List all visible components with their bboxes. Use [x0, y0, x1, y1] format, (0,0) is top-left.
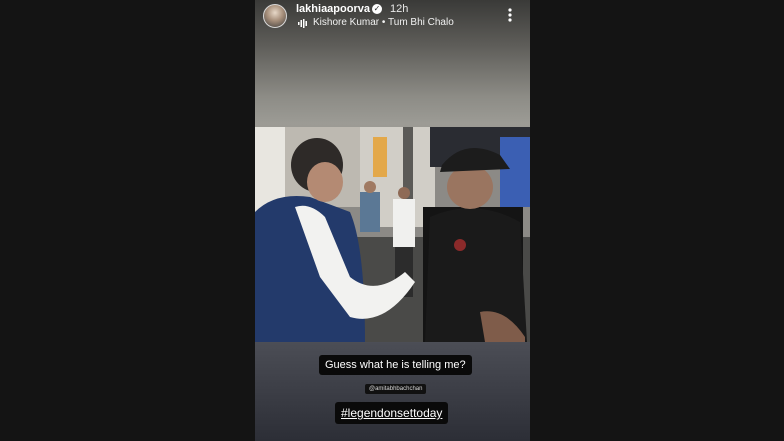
avatar[interactable] [263, 4, 287, 28]
more-options-icon[interactable] [501, 5, 519, 25]
music-info[interactable]: Kishore Kumar • Tum Bhi Chalo [313, 17, 454, 28]
username[interactable]: lakhiaapoorva [296, 3, 370, 15]
hashtag-sticker[interactable]: #legendonsettoday [335, 402, 449, 424]
caption-sticker: Guess what he is telling me? [319, 355, 472, 375]
verified-badge-icon: ✓ [372, 4, 382, 14]
music-icon [298, 19, 307, 28]
story-photo [255, 127, 530, 342]
timestamp: 12h [390, 3, 409, 15]
story-viewer[interactable]: lakhiaapoorva ✓ 12h Kishore Kumar • Tum … [255, 0, 530, 441]
mention-sticker[interactable]: @amitabhbachchan [365, 384, 427, 394]
story-header: lakhiaapoorva ✓ 12h Kishore Kumar • Tum … [255, 0, 530, 34]
